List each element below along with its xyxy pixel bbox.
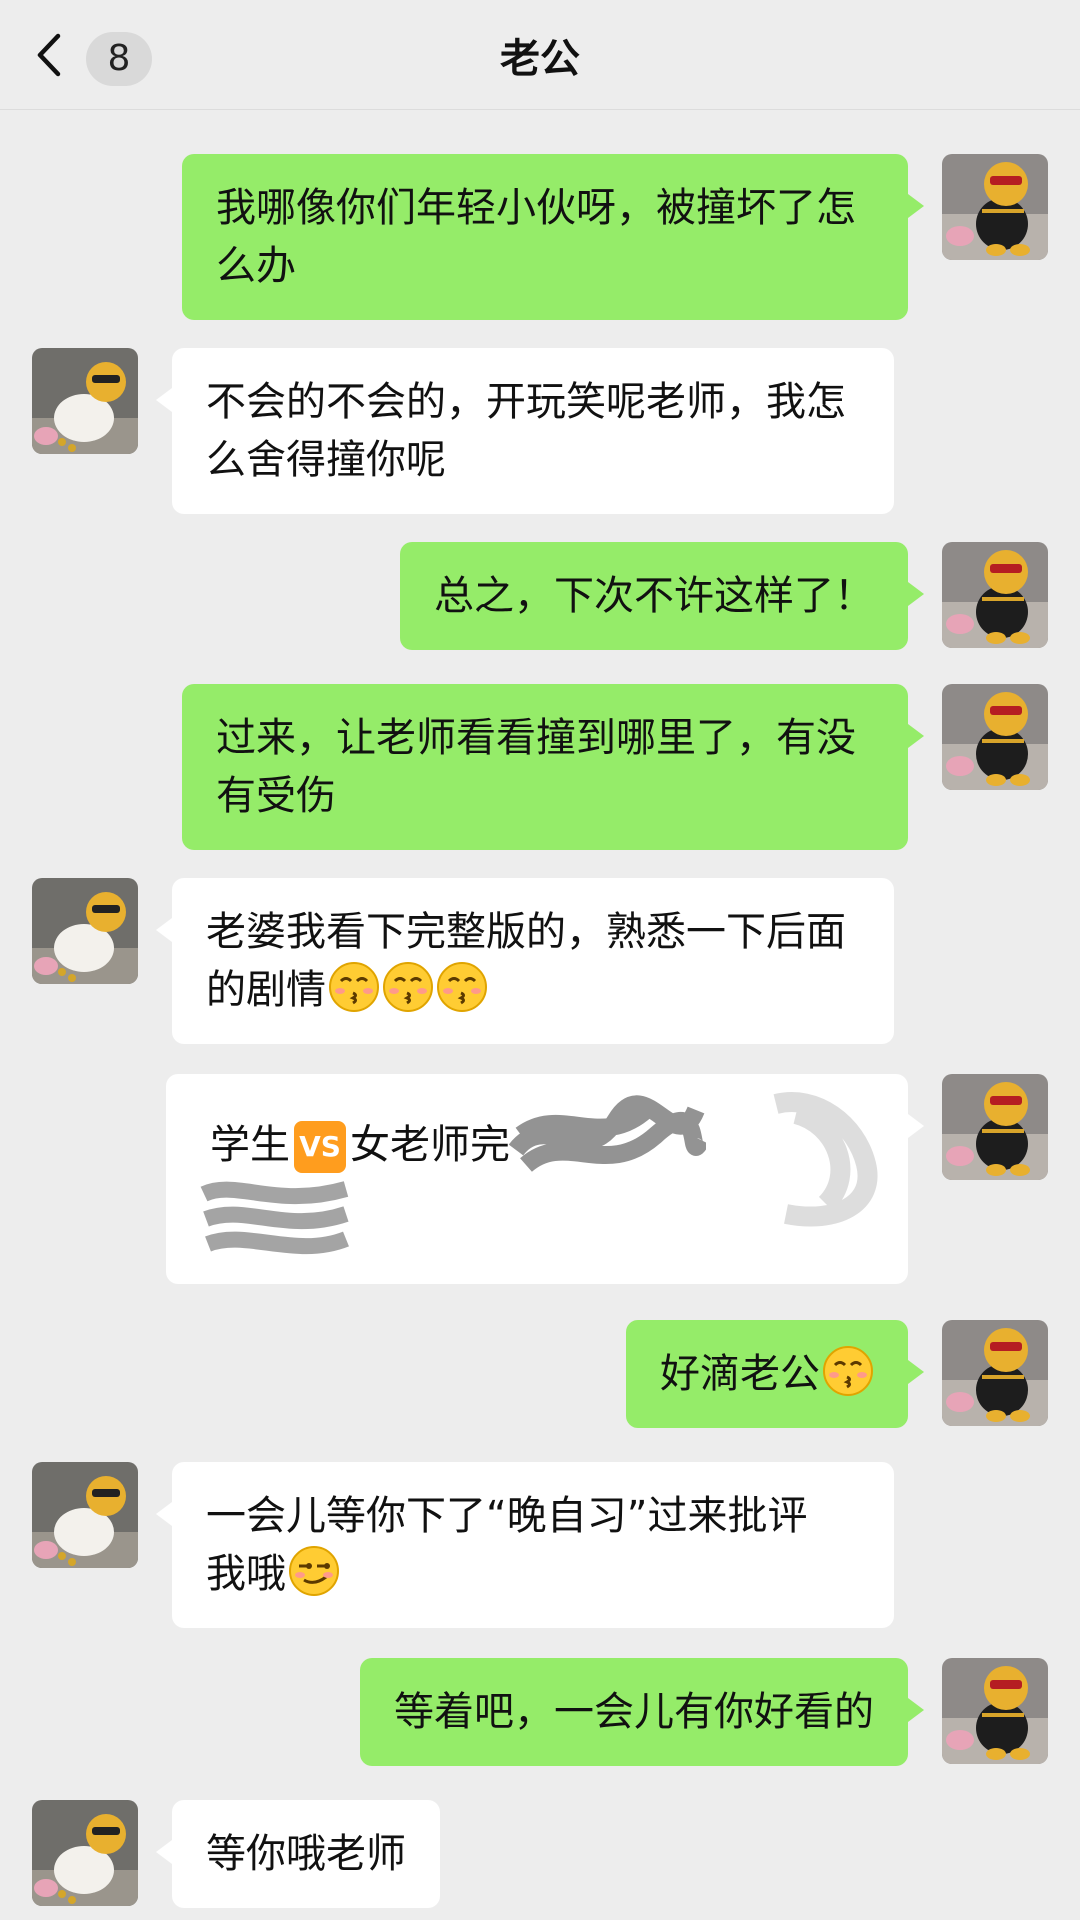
chat-header: 8 老公 bbox=[0, 0, 1080, 110]
message-bubble-received[interactable]: 不会的不会的，开玩笑呢老师，我怎么舍得撞你呢 bbox=[156, 348, 894, 514]
message-bubble-received[interactable]: 一会儿等你下了“晚自习”过来批评 我哦 bbox=[156, 1462, 894, 1628]
smirk-face-emoji bbox=[288, 1545, 340, 1597]
message-text: 不会的不会的，开玩笑呢老师，我怎么舍得撞你呢 bbox=[206, 379, 846, 483]
message-bubble-received[interactable]: 等你哦老师 bbox=[156, 1800, 440, 1908]
message-text: 总之，下次不许这样了！ bbox=[434, 573, 874, 619]
my-avatar[interactable] bbox=[942, 154, 1048, 260]
kiss-face-emoji bbox=[436, 961, 488, 1013]
contact-avatar[interactable] bbox=[32, 878, 138, 984]
message-text: 等着吧，一会儿有你好看的 bbox=[394, 1689, 874, 1735]
contact-avatar[interactable] bbox=[32, 348, 138, 454]
my-avatar[interactable] bbox=[942, 542, 1048, 648]
chat-title: 老公 bbox=[500, 36, 580, 82]
message-list[interactable]: 我哪像你们年轻小伙呀，被撞坏了怎么办 不会的不会的，开玩笑呢老师，我怎么舍得撞你… bbox=[0, 110, 1080, 1920]
my-avatar[interactable] bbox=[942, 1074, 1048, 1180]
link-card-title-start: 学生 bbox=[210, 1122, 290, 1168]
redaction-scribble bbox=[200, 1181, 349, 1255]
shared-link-card[interactable]: 学生 VS 女老师完 bbox=[166, 1074, 924, 1284]
message-text: 我哦 bbox=[206, 1551, 286, 1597]
my-avatar[interactable] bbox=[942, 684, 1048, 790]
message-text: 过来，让老师看看撞到哪里了，有没有受伤 bbox=[216, 715, 856, 819]
message-text: 一会儿等你下了“晚自习”过来批评 bbox=[206, 1493, 808, 1539]
message-text: 等你哦老师 bbox=[206, 1831, 406, 1877]
message-bubble-sent[interactable]: 过来，让老师看看撞到哪里了，有没有受伤 bbox=[182, 684, 924, 850]
vs-badge-icon: VS bbox=[294, 1121, 346, 1173]
link-card-title-end: 女老师完 bbox=[350, 1122, 510, 1168]
contact-avatar[interactable] bbox=[32, 1800, 138, 1906]
message-bubble-received[interactable]: 老婆我看下完整版的，熟悉一下后面的剧情 bbox=[156, 878, 894, 1044]
kiss-face-emoji bbox=[382, 961, 434, 1013]
kiss-face-emoji bbox=[328, 961, 380, 1013]
my-avatar[interactable] bbox=[942, 1320, 1048, 1426]
message-bubble-sent[interactable]: 等着吧，一会儿有你好看的 bbox=[360, 1658, 924, 1766]
message-bubble-sent[interactable]: 总之，下次不许这样了！ bbox=[400, 542, 924, 650]
redaction-scribble bbox=[508, 1095, 706, 1173]
message-text: 好滴老公 bbox=[660, 1351, 820, 1397]
contact-avatar[interactable] bbox=[32, 1462, 138, 1568]
message-text: 我哪像你们年轻小伙呀，被撞坏了怎么办 bbox=[216, 185, 856, 289]
message-text: 老婆我看下完整版的，熟悉一下后面的剧情 bbox=[206, 909, 846, 1013]
redaction-scribble bbox=[773, 1092, 878, 1227]
kiss-face-emoji bbox=[822, 1345, 874, 1397]
message-bubble-sent[interactable]: 好滴老公 bbox=[626, 1320, 924, 1428]
my-avatar[interactable] bbox=[942, 1658, 1048, 1764]
message-bubble-sent[interactable]: 我哪像你们年轻小伙呀，被撞坏了怎么办 bbox=[182, 154, 924, 320]
